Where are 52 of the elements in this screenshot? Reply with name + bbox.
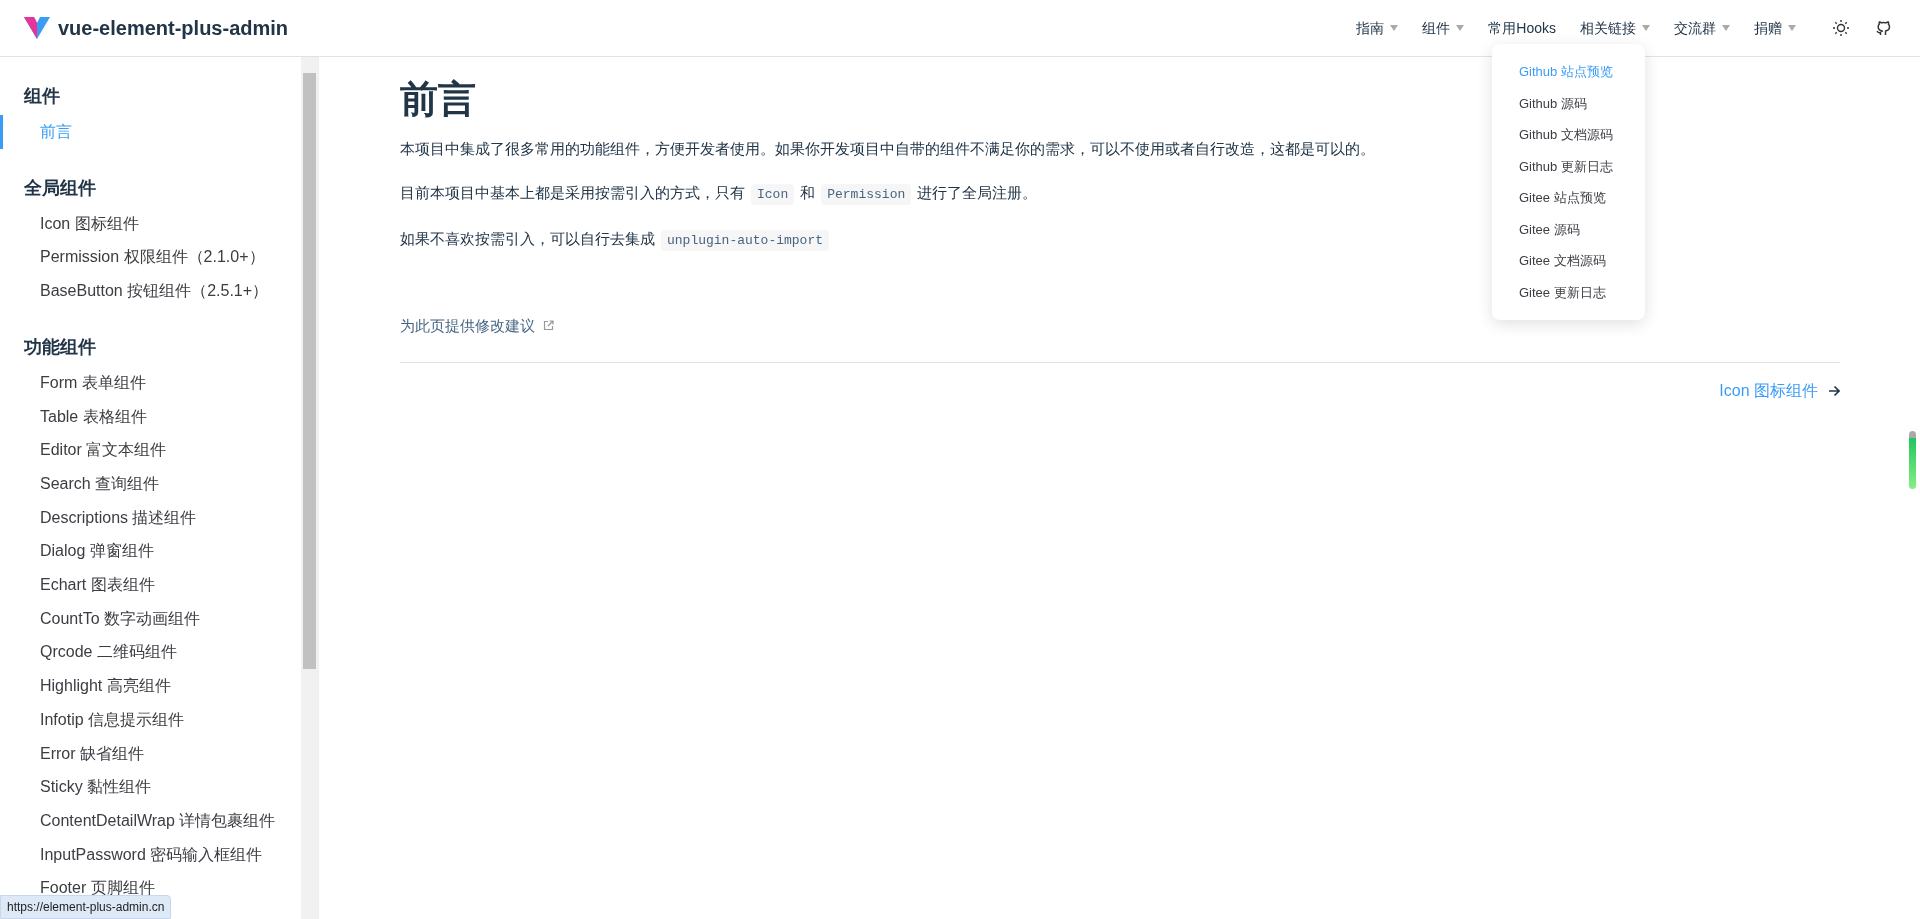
sidebar-link[interactable]: BaseButton 按钮组件（2.5.1+） [0,274,302,308]
sidebar-link[interactable]: Form 表单组件 [0,365,302,400]
site-title[interactable]: vue-element-plus-admin [58,13,289,43]
page-title: 前言 [400,77,476,122]
sidebar-link[interactable]: Highlight 高亮组件 [0,669,302,703]
section-heading: 功能组件 [23,335,97,359]
sidebar-link[interactable]: Search 查询组件 [0,466,302,501]
sun-icon[interactable] [1832,19,1850,37]
sidebar-link[interactable]: InputPassword 密码输入框组件 [0,837,302,872]
arrow-right-icon [1828,384,1840,397]
sidebar-link[interactable]: Editor 富文本组件 [0,433,302,467]
nav-menu[interactable]: 相关链接 [1568,17,1662,39]
edit-link[interactable]: 为此页提供修改建议 [400,314,554,338]
nav-menu[interactable]: 组件 [1410,17,1477,39]
sidebar-link[interactable]: Permission 权限组件（2.1.0+） [0,240,302,275]
inline-code: Permission [821,183,912,205]
sidebar-link[interactable]: Qrcode 二维码组件 [0,635,302,670]
paragraph-text: 进行了全局注册。 [917,183,1038,201]
scrollbar-thumb[interactable] [303,73,316,669]
menu-item[interactable]: Github 文档源码 [1492,119,1645,151]
url-tooltip: https://element-plus-admin.cn [0,895,172,919]
section-heading: 全局组件 [23,176,97,200]
sidebar-link[interactable]: Table 表格组件 [0,399,302,434]
menu-item[interactable]: Github 更新日志 [1492,150,1645,182]
external-link-icon [543,320,554,332]
sidebar-link[interactable]: Error 缺省组件 [0,736,302,771]
paragraph-text: 和 [800,183,816,201]
sidebar-link[interactable]: Icon 图标组件 [0,206,302,241]
sidebar-link[interactable]: Sticky 黏性组件 [0,770,302,804]
paragraph-text: 目前本项目中基本上都是采用按需引入的方式，只有 [400,183,745,201]
menu-item[interactable]: Github 源码 [1492,87,1645,119]
paragraph-text: 如果不喜欢按需引入，可以自行去集成 [400,229,655,247]
menu-item[interactable]: Gitee 站点预览 [1492,182,1645,214]
inline-code: unplugin-auto-import [661,229,830,251]
logo-icon [24,17,50,39]
sidebar-link[interactable]: CountTo 数字动画组件 [0,601,302,636]
menu-item[interactable]: Gitee 文档源码 [1492,245,1645,277]
sidebar-link[interactable]: Descriptions 描述组件 [0,500,302,535]
nav-menu[interactable]: 交流群 [1662,17,1742,39]
nav-menu[interactable]: 常用Hooks [1476,17,1568,39]
nav-menu[interactable]: 指南 [1344,17,1411,39]
inline-code: Icon [751,183,795,205]
sidebar-link[interactable]: Echart 图表组件 [0,568,302,602]
sidebar-link[interactable]: Dialog 弹窗组件 [0,534,302,569]
nav-menu[interactable]: 捐赠 [1742,17,1808,39]
section-heading: 组件 [22,85,61,108]
sidebar-link[interactable]: ContentDetailWrap 详情包裹组件 [0,803,302,838]
menu-item[interactable]: Gitee 更新日志 [1492,276,1645,308]
menu-item[interactable]: Gitee 源码 [1492,213,1645,245]
github-icon[interactable] [1874,19,1892,37]
sidebar-link[interactable]: Infotip 信息提示组件 [0,702,302,737]
paragraph-text: 本项目中集成了很多常用的功能组件，方便开发者使用。如果你开发项目中自带的组件不满足你的需求，可以不使用或者自行改造，这都是可以的。 [400,139,1375,157]
